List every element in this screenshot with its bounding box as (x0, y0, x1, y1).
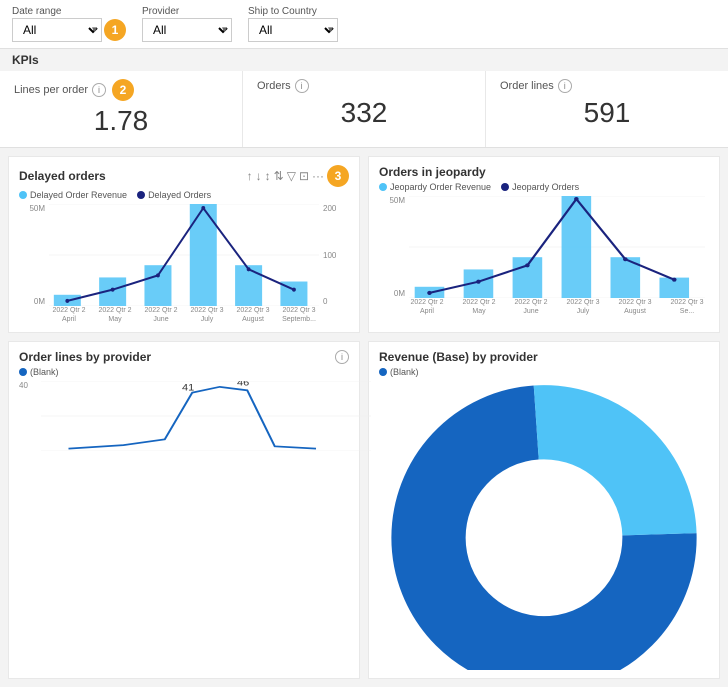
kpi-card-order-lines: Order lines i 591 (486, 71, 728, 147)
orders-in-jeopardy-panel: Orders in jeopardy Jeopardy Order Revenu… (368, 156, 720, 333)
delayed-orders-svg (49, 204, 319, 306)
provider-select[interactable]: All (142, 18, 232, 42)
kpi-value-1: 1.78 (14, 105, 228, 137)
kpi-card-orders: Orders i 332 (243, 71, 486, 147)
jeopardy-chart-area: 50M 0M 2022 (379, 196, 709, 316)
jeopardy-svg (409, 196, 705, 298)
step-badge-1: 1 (104, 19, 126, 41)
bottom-charts-row: Order lines by provider i (Blank) 40 41 … (0, 341, 728, 687)
legend-item-orders: Delayed Orders (137, 190, 211, 200)
step-badge-2: 2 (112, 79, 134, 101)
hierarchy-btn[interactable]: ⇅ (274, 169, 284, 183)
date-range-label: Date range (12, 6, 126, 17)
kpi-value-2: 332 (257, 97, 471, 129)
date-range-filter: Date range All 1 (12, 6, 126, 42)
date-range-select[interactable]: All (12, 18, 102, 42)
svg-text:46: 46 (237, 381, 250, 388)
kpi-value-3: 591 (500, 97, 714, 129)
expand-btn[interactable]: ⊡ (299, 169, 309, 183)
top-filter-bar: Date range All 1 Provider All Ship to Co… (0, 0, 728, 49)
jeopardy-legend: Jeopardy Order Revenue Jeopardy Orders (379, 182, 709, 192)
revenue-by-provider-panel: Revenue (Base) by provider (Blank) (368, 341, 720, 679)
order-lines-by-provider-panel: Order lines by provider i (Blank) 40 41 … (8, 341, 360, 679)
order-lines-info[interactable]: i (335, 350, 349, 364)
more-btn[interactable]: ··· (312, 169, 324, 183)
legend-item-revenue: Delayed Order Revenue (19, 190, 127, 200)
kpi-info-icon-3[interactable]: i (558, 79, 572, 93)
order-lines-chart: 40 41 46 (19, 381, 349, 451)
kpis-section-label: KPIs (0, 49, 728, 71)
sort-desc-btn[interactable]: ↓ (256, 169, 262, 183)
revenue-title: Revenue (Base) by provider (379, 350, 538, 364)
kpi-title-3: Order lines (500, 80, 554, 92)
charts-row: Delayed orders ↑ ↓ ↕ ⇅ ▽ ⊡ ··· 3 Delayed… (0, 148, 728, 341)
sort-asc-btn[interactable]: ↑ (247, 169, 253, 183)
ship-to-country-filter: Ship to Country All (248, 6, 338, 42)
kpi-card-lines-per-order: Lines per order i 2 1.78 (0, 71, 243, 147)
order-lines-title: Order lines by provider (19, 350, 151, 364)
kpi-title-2: Orders (257, 80, 291, 92)
kpi-info-icon-1[interactable]: i (92, 83, 106, 97)
revenue-donut-chart (379, 381, 709, 670)
chart-toolbar: ↑ ↓ ↕ ⇅ ▽ ⊡ ··· 3 (247, 165, 349, 187)
filter-btn[interactable]: ▽ (287, 169, 296, 183)
delayed-orders-chart-area: 50M 0M 200 100 0 (19, 204, 349, 324)
kpi-title-1: Lines per order (14, 84, 88, 96)
sort-both-btn[interactable]: ↕ (265, 169, 271, 183)
ship-to-country-select[interactable]: All (248, 18, 338, 42)
delayed-orders-title: Delayed orders (19, 169, 106, 183)
delayed-orders-legend: Delayed Order Revenue Delayed Orders (19, 190, 349, 200)
kpi-info-icon-2[interactable]: i (295, 79, 309, 93)
ship-to-country-label: Ship to Country (248, 6, 338, 17)
step-badge-3: 3 (327, 165, 349, 187)
svg-text:41: 41 (182, 383, 195, 393)
kpi-row: Lines per order i 2 1.78 Orders i 332 Or… (0, 71, 728, 148)
delayed-orders-panel: Delayed orders ↑ ↓ ↕ ⇅ ▽ ⊡ ··· 3 Delayed… (8, 156, 360, 333)
provider-label: Provider (142, 6, 232, 17)
orders-in-jeopardy-title: Orders in jeopardy (379, 165, 486, 179)
provider-filter: Provider All (142, 6, 232, 42)
